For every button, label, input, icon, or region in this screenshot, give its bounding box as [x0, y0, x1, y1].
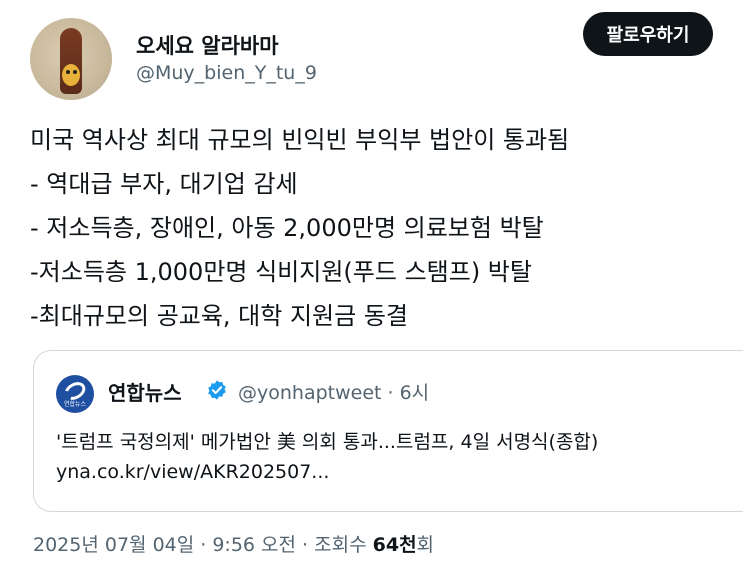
tweet-line: 미국 역사상 최대 규모의 빈익빈 부익부 법안이 통과됨 — [30, 126, 570, 154]
quote-avatar-caption: 연합뉴스 — [63, 401, 87, 408]
tweet-body: 미국 역사상 최대 규모의 빈익빈 부익부 법안이 통과됨 - 역대급 부자, … — [30, 118, 730, 338]
follow-button[interactable]: 팔로우하기 — [583, 12, 713, 56]
verified-badge-icon — [208, 380, 226, 400]
author-handle[interactable]: @Muy_bien_Y_tu_9 — [136, 62, 317, 84]
quote-link[interactable]: yna.co.kr/view/AKR202507... — [56, 461, 329, 483]
avatar-face — [62, 64, 80, 86]
quote-handle-time[interactable]: @yonhaptweet · 6시 — [238, 378, 429, 405]
author-display-name[interactable]: 오세요 알라바마 — [136, 30, 279, 60]
quote-author-name[interactable]: 연합뉴스 — [108, 377, 182, 406]
tweet-line: - 저소득층, 장애인, 아동 2,000만명 의료보험 박탈 — [30, 214, 544, 242]
tweet-line: -최대규모의 공교육, 대학 지원금 동결 — [30, 302, 409, 330]
avatar-eye — [73, 70, 77, 74]
quote-avatar[interactable]: 연합뉴스 — [56, 375, 94, 413]
avatar-eye — [66, 70, 70, 74]
tweet-line: - 역대급 부자, 대기업 감세 — [30, 170, 298, 198]
tweet-timestamp[interactable]: 2025년 07월 04일 · 9:56 오전 · 조회수 — [33, 534, 373, 556]
views-suffix: 회 — [416, 534, 435, 556]
views-count: 64천 — [372, 534, 417, 556]
quote-text: '트럼프 국정의제' 메가법안 美 의회 통과...트럼프, 4일 서명식(종합… — [56, 431, 599, 453]
quote-tweet-card[interactable]: 연합뉴스 연합뉴스 @yonhaptweet · 6시 '트럼프 국정의제' 메… — [33, 350, 743, 512]
avatar[interactable] — [30, 18, 112, 100]
tweet-line: -저소득층 1,000만명 식비지원(푸드 스탬프) 박탈 — [30, 258, 532, 286]
tweet-meta: 2025년 07월 04일 · 9:56 오전 · 조회수 64천회 — [33, 530, 434, 557]
